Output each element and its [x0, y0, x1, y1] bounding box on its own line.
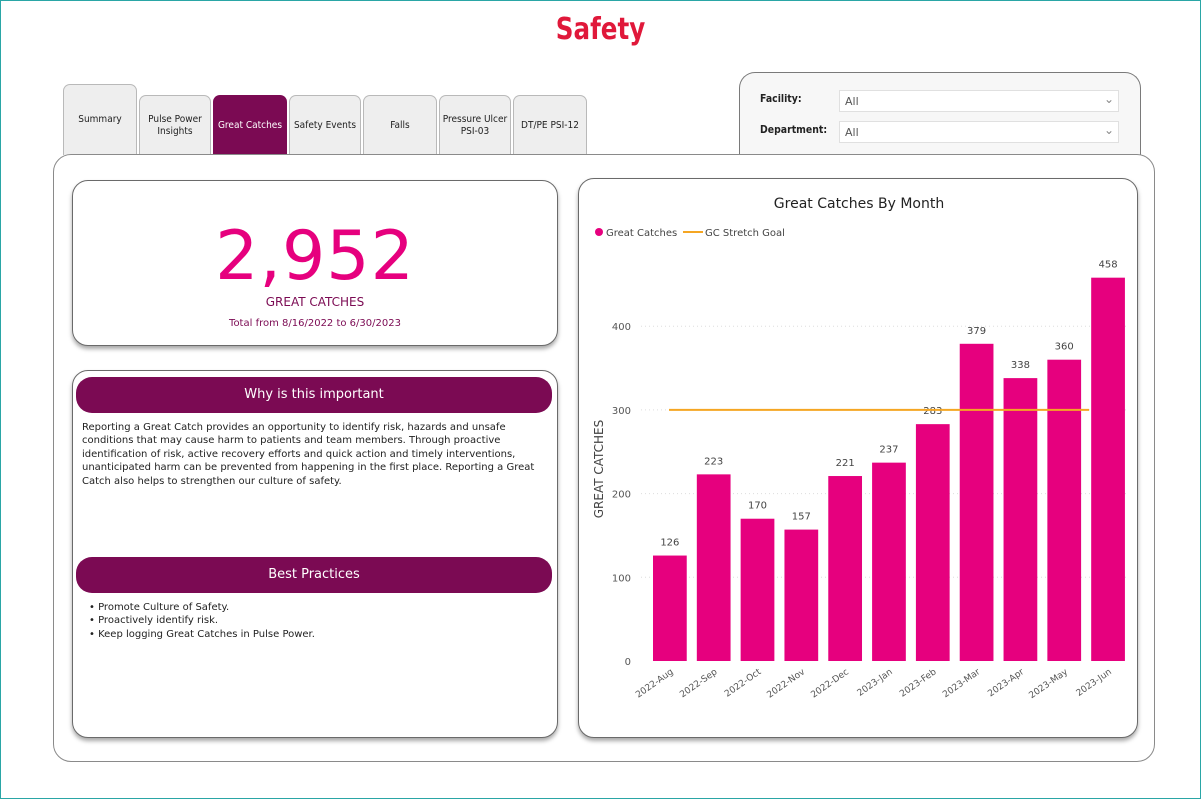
facility-value: All	[845, 95, 859, 108]
chevron-down-icon: ⌄	[1103, 92, 1114, 106]
x-tick-label: 2022-Nov	[765, 667, 807, 701]
legend-marker-great-catches	[595, 228, 603, 236]
tab-dt-pe[interactable]: DT/PE PSI-12	[513, 95, 587, 155]
y-tick-label: 100	[612, 573, 631, 584]
x-tick-label: 2022-Sep	[678, 667, 719, 700]
data-label: 360	[1055, 342, 1074, 353]
best-practices-banner: Best Practices	[76, 557, 552, 593]
data-label: 458	[1099, 260, 1118, 271]
data-label: 221	[836, 458, 855, 469]
info-card: Why is this important Reporting a Great …	[72, 370, 558, 738]
tab-summary[interactable]: Summary	[63, 84, 137, 155]
kpi-value: 2,952	[215, 217, 415, 296]
x-tick-label: 2022-Aug	[634, 667, 675, 700]
y-tick-label: 0	[625, 657, 631, 668]
kpi-card: 2,952 GREAT CATCHES Total from 8/16/2022…	[72, 180, 558, 346]
tab-safety-events[interactable]: Safety Events	[289, 95, 361, 155]
department-label: Department:	[760, 123, 828, 136]
chart-title: Great Catches By Month	[774, 196, 944, 212]
x-tick-label: 2023-Jan	[856, 667, 895, 698]
list-item: Keep logging Great Catches in Pulse Powe…	[89, 628, 315, 641]
bar	[784, 529, 819, 661]
bar	[915, 424, 950, 661]
page-title: Safety	[555, 12, 646, 47]
list-item: Promote Culture of Safety.	[89, 601, 315, 614]
data-label: 237	[879, 445, 898, 456]
facility-filter: Facility: All ⌄	[760, 90, 1120, 112]
department-filter: Department: All ⌄	[760, 121, 1120, 143]
bar	[740, 518, 775, 661]
legend-label-goal: GC Stretch Goal	[705, 228, 785, 239]
y-axis-label: GREAT CATCHES	[592, 420, 606, 519]
x-tick-label: 2022-Dec	[809, 667, 850, 700]
list-item: Proactively identify risk.	[89, 614, 315, 627]
bar	[828, 476, 863, 661]
great-catches-chart: Great Catches By Month Great Catches GC St…	[592, 196, 1127, 701]
department-value: All	[845, 126, 859, 139]
why-text: Reporting a Great Catch provides an oppo…	[82, 422, 535, 487]
bar	[1047, 359, 1082, 661]
x-tick-label: 2023-Jun	[1075, 667, 1114, 699]
x-tick-label: 2023-Apr	[986, 667, 1026, 699]
tab-pressure-ulcer[interactable]: Pressure Ulcer PSI-03	[439, 95, 511, 155]
tab-pulse-power-insights[interactable]: Pulse Power Insights	[139, 95, 211, 155]
data-label: 379	[967, 326, 986, 337]
tab-falls[interactable]: Falls	[363, 95, 437, 155]
bar	[959, 343, 994, 661]
kpi-date-range: Total from 8/16/2022 to 6/30/2023	[229, 318, 401, 329]
legend-label-great-catches: Great Catches	[606, 228, 677, 239]
x-tick-label: 2022-Oct	[723, 667, 763, 700]
x-tick-label: 2023-May	[1028, 667, 1071, 701]
bar	[872, 462, 906, 661]
kpi-caption: GREAT CATCHES	[265, 295, 365, 309]
data-label: 283	[923, 406, 942, 417]
why-banner: Why is this important	[76, 377, 552, 413]
chart-card: Great Catches By Month Great Catches GC St…	[578, 178, 1138, 738]
facility-select[interactable]: All ⌄	[839, 90, 1119, 112]
data-label: 126	[660, 538, 679, 549]
bar	[1003, 378, 1038, 661]
tab-great-catches[interactable]: Great Catches	[213, 95, 287, 155]
y-tick-label: 300	[612, 406, 631, 417]
bar	[696, 474, 731, 661]
chevron-down-icon: ⌄	[1103, 123, 1114, 137]
bar	[653, 555, 687, 661]
x-tick-label: 2023-Feb	[898, 667, 938, 699]
y-tick-label: 200	[612, 490, 631, 501]
filter-panel: Facility: All ⌄ Department: All ⌄	[739, 72, 1141, 159]
bar	[1091, 277, 1125, 661]
y-tick-label: 400	[612, 322, 631, 333]
data-label: 157	[792, 512, 811, 523]
data-label: 223	[704, 456, 723, 467]
best-practices-list: Promote Culture of Safety. Proactively i…	[89, 601, 315, 641]
data-label: 170	[748, 501, 767, 512]
x-tick-label: 2023-Mar	[941, 667, 982, 700]
department-select[interactable]: All ⌄	[839, 121, 1119, 143]
data-label: 338	[1011, 360, 1030, 371]
facility-label: Facility:	[760, 92, 802, 105]
